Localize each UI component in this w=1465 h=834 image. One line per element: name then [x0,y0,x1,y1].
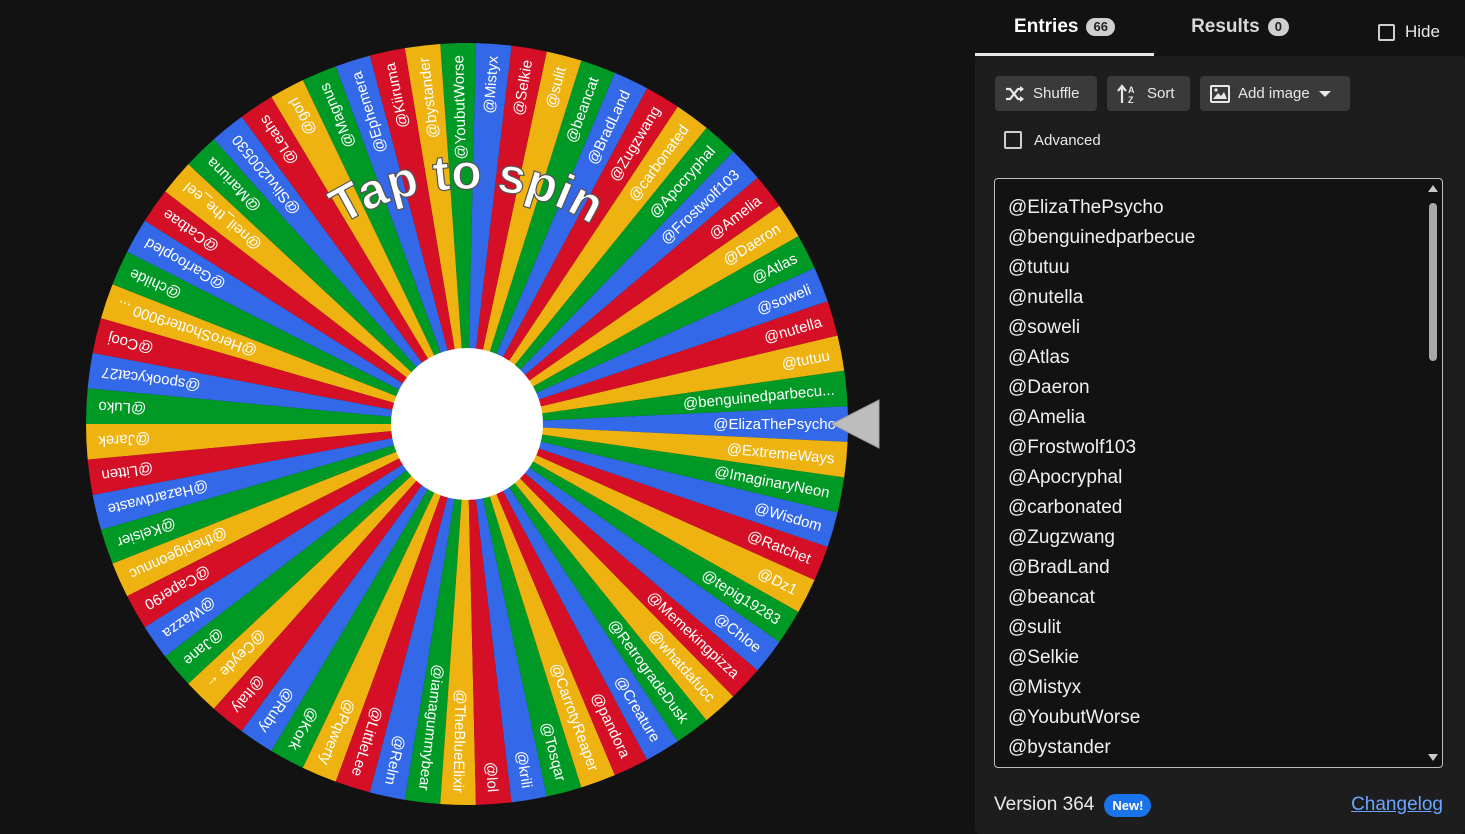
wheel-center-hub[interactable] [391,348,543,500]
advanced-toggle[interactable]: Advanced [1004,131,1101,149]
version-label: Version 364 [994,794,1095,815]
entry-line: @beancat [1008,587,1095,608]
shuffle-button[interactable]: Shuffle [995,76,1097,111]
advanced-checkbox[interactable] [1004,131,1022,149]
entry-line: @nutella [1008,287,1084,308]
entry-line: @Apocryphal [1008,467,1123,488]
entry-line: @Daeron [1008,377,1090,398]
hide-checkbox[interactable] [1378,23,1395,41]
sort-icon: A Z [1117,83,1135,104]
entry-line: @soweli [1008,317,1081,338]
entry-line: @Zugzwang [1008,527,1115,548]
shuffle-label: Shuffle [1033,85,1080,102]
scroll-up-arrow-icon[interactable] [1428,185,1438,192]
entry-line: @Atlas [1008,347,1070,368]
entry-line: @carbonated [1008,497,1123,518]
entry-line: @benguinedparbecue [1008,227,1196,248]
tab-entries[interactable]: Entries 66 [975,16,1154,56]
wheel-segment-label: @ElizaThePsycho [713,416,836,433]
wheel-area: @ElizaThePsycho @benguinedparbecu... @tutu… [0,0,970,834]
entry-line: @Mistyx [1008,677,1082,698]
shuffle-icon [1006,85,1024,102]
entry-line: @Frostwolf103 [1008,437,1137,458]
entry-line: @Selkie [1008,647,1080,668]
wheel-segment-label: @TheBlueElixir [449,689,468,793]
sort-button[interactable]: A Z Sort [1107,76,1190,111]
entry-line: @sulit [1008,617,1062,638]
entries-panel: Entries 66 Results 0 Hide Shuffle A Z So… [975,0,1465,834]
entries-list: @ElizaThePsycho @benguinedparbecue @tutuu @… [1008,193,1195,763]
tab-entries-label: Entries [1014,16,1079,37]
add-image-button[interactable]: Add image [1200,76,1350,111]
entries-count-badge: 66 [1086,18,1115,36]
changelog-link[interactable]: Changelog [1351,794,1443,816]
entry-line: @Amelia [1008,407,1086,428]
entry-line: @BradLand [1008,557,1110,578]
add-image-label: Add image [1238,85,1310,102]
entry-line: @YoubutWorse [1008,707,1141,728]
scroll-down-arrow-icon[interactable] [1428,754,1438,761]
tab-bar: Entries 66 Results 0 Hide [975,0,1465,56]
hide-label: Hide [1405,22,1440,41]
sort-label: Sort [1147,85,1175,102]
chevron-down-icon [1318,90,1331,97]
spin-wheel[interactable]: @ElizaThePsycho@benguinedparbecu...@tutu… [0,0,970,834]
results-count-badge: 0 [1267,18,1289,36]
scroll-thumb[interactable] [1429,203,1437,361]
image-icon [1210,84,1230,103]
tab-results[interactable]: Results 0 [1180,16,1300,54]
entries-scrollbar[interactable] [1427,183,1439,763]
wheel-segment-label: @lol [482,761,501,792]
hide-toggle[interactable]: Hide [1378,22,1440,42]
svg-text:A: A [1128,85,1135,95]
entry-line: @bystander [1008,737,1111,758]
advanced-label: Advanced [1034,131,1101,149]
panel-footer: Version 364 New! Changelog [994,790,1443,820]
wheel-segment-label: @Jarek [97,430,150,449]
svg-text:Z: Z [1128,95,1134,104]
tab-results-label: Results [1191,16,1260,37]
entry-line: @ElizaThePsycho [1008,197,1164,218]
new-badge: New! [1104,793,1152,817]
entry-line: @tutuu [1008,257,1070,278]
entries-textbox[interactable]: @ElizaThePsycho @benguinedparbecue @tutuu @… [994,178,1443,768]
wheel-segment-label: @Luko [98,398,147,417]
entries-card: Shuffle A Z Sort Add image Advanced @Eli… [975,56,1465,834]
